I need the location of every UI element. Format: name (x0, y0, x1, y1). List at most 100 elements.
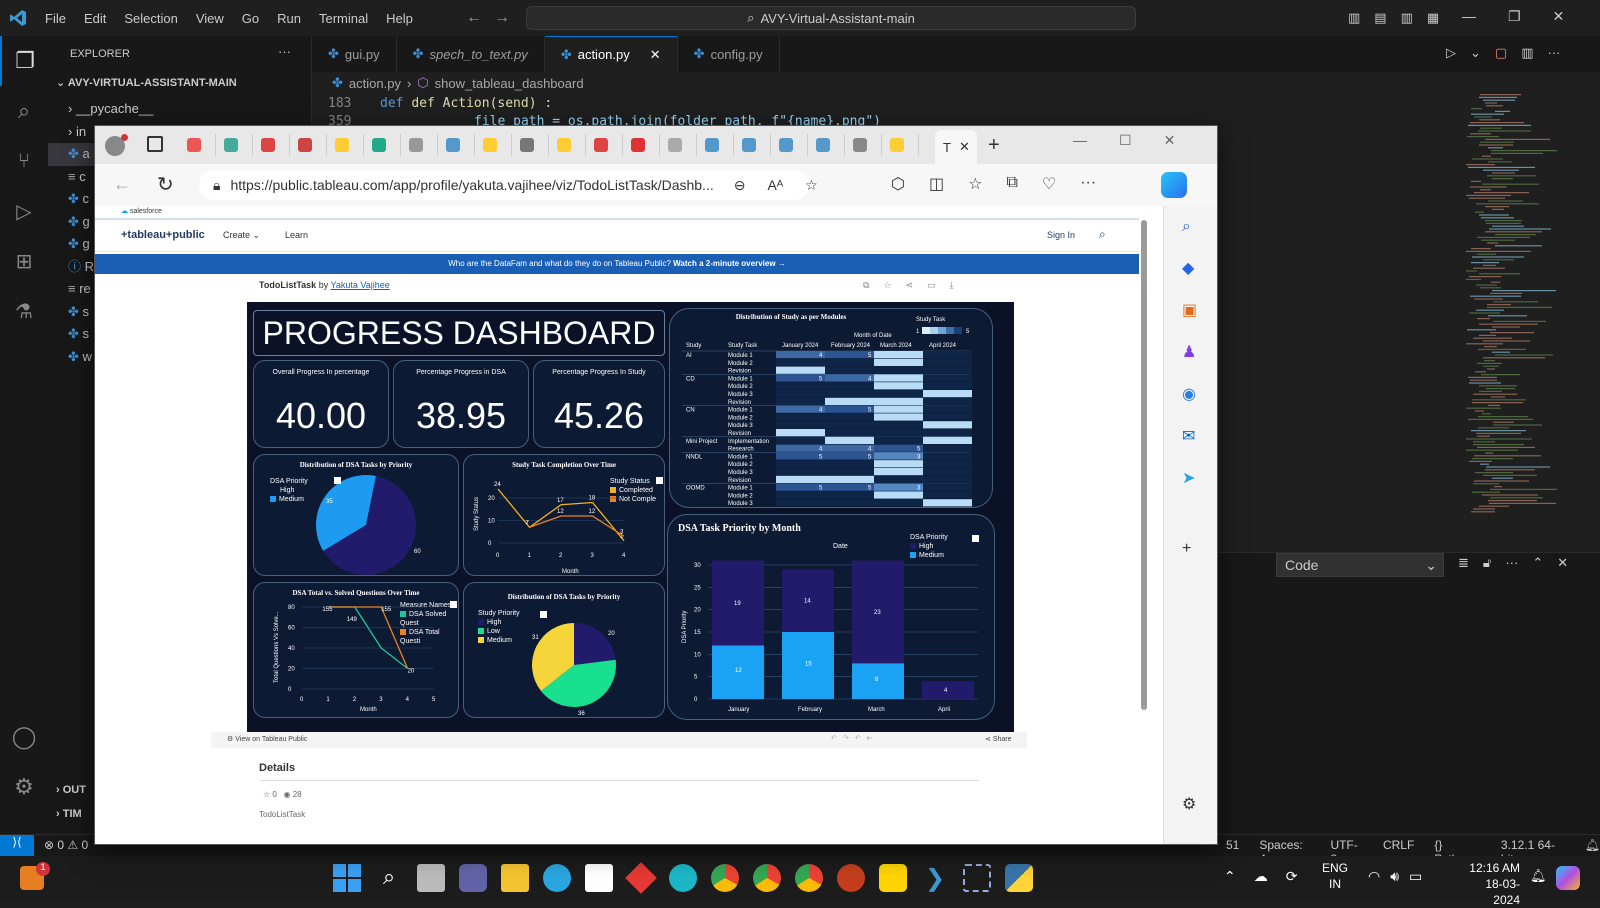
copy-icon[interactable]: ⧉ (863, 280, 869, 291)
nav-learn[interactable]: Learn (285, 230, 308, 240)
menu-edit[interactable]: Edit (84, 11, 106, 26)
salesforce-logo[interactable]: ☁︎ salesforce (121, 207, 162, 215)
chrome-icon[interactable] (711, 864, 739, 892)
more-actions-icon[interactable]: ··· (1548, 45, 1561, 61)
language-indicator[interactable]: ENG IN (1322, 860, 1348, 892)
toggle-panel-icon[interactable]: ▤ (1374, 10, 1386, 26)
pinned-tab[interactable] (697, 134, 734, 156)
browser-essentials-icon[interactable]: ♡ (1042, 174, 1056, 194)
read-aloud-icon[interactable]: Aᴬ (767, 177, 783, 193)
pie-chart-study-priority[interactable]: Distribution of DSA Tasks by Priority St… (463, 582, 665, 718)
active-browser-tab[interactable]: T ✕ (935, 130, 977, 164)
close-tab-icon[interactable]: ✕ (650, 47, 661, 63)
command-center-search[interactable]: ⌕ AVY-Virtual-Assistant-main (526, 6, 1136, 30)
store-icon[interactable] (585, 864, 613, 892)
breadcrumb-file[interactable]: action.py (349, 76, 401, 91)
nav-forward-icon[interactable]: → (494, 9, 510, 27)
page-scrollbar[interactable] (1139, 206, 1149, 826)
chevron-up-icon[interactable]: ⌃ (1224, 868, 1236, 885)
extensions-icon[interactable]: ⬡ (891, 174, 905, 194)
back-icon[interactable]: ← (113, 174, 131, 195)
undo-redo-controls[interactable]: ↶↷↶⇤ (831, 734, 878, 742)
file-explorer-icon[interactable] (501, 864, 529, 892)
more-actions-icon[interactable]: ··· (278, 44, 291, 59)
more-actions-icon[interactable]: ··· (1505, 555, 1518, 571)
menu-help[interactable]: Help (386, 11, 413, 26)
source-control-activity[interactable]: ⑂ (0, 136, 48, 186)
clock[interactable]: 12:16 AM 18-03-2024 (1460, 860, 1520, 908)
app-red-icon[interactable] (625, 862, 657, 894)
tasks-icon[interactable] (879, 864, 907, 892)
tools-icon[interactable]: ▣ (1182, 300, 1197, 320)
line-chart-study-completion[interactable]: Study Task Completion Over Time Study St… (463, 454, 665, 576)
minimize-icon[interactable]: — (1073, 132, 1087, 149)
pinned-tab[interactable] (623, 134, 660, 156)
snipping-icon[interactable] (963, 864, 991, 892)
pinned-tab[interactable] (845, 134, 882, 156)
chevron-up-icon[interactable]: ⌃ (1532, 555, 1543, 571)
pinned-tab[interactable] (549, 134, 586, 156)
tab-config[interactable]: ✤ config.py (678, 36, 780, 72)
extensions-activity[interactable]: ⊞ (0, 236, 48, 286)
refresh-icon[interactable]: ↻ (157, 172, 174, 197)
office-icon[interactable]: ◉ (1182, 384, 1197, 404)
pinned-tab[interactable] (771, 134, 808, 156)
toggle-sidebar-icon[interactable]: ▥ (1348, 10, 1360, 26)
teams-icon[interactable] (459, 864, 487, 892)
menu-run[interactable]: Run (277, 11, 301, 26)
pinned-tab[interactable] (734, 134, 771, 156)
line-chart-dsa-questions[interactable]: DSA Total vs. Solved Questions Over Time… (253, 582, 459, 718)
heatmap-study-modules[interactable]: Distribution of Study as per Modules Stu… (669, 308, 993, 508)
minimize-icon[interactable]: — (1462, 8, 1476, 25)
pinned-tab[interactable] (216, 134, 253, 156)
timeline-section[interactable]: › TIM (56, 808, 82, 820)
search-icon[interactable]: ⌕ (375, 864, 403, 892)
zoom-icon[interactable]: ⊖ (734, 177, 746, 194)
maximize-icon[interactable]: ☐ (1119, 132, 1132, 149)
minimap[interactable] (1460, 94, 1600, 534)
pinned-tab[interactable] (660, 134, 697, 156)
sidebar-settings-icon[interactable]: ⚙ (1182, 794, 1196, 814)
vscode-icon[interactable]: ❯ (921, 864, 949, 892)
menu-file[interactable]: File (45, 11, 66, 26)
pinned-tab[interactable] (882, 134, 919, 156)
edge-icon[interactable] (669, 864, 697, 892)
menu-view[interactable]: View (196, 11, 224, 26)
share-icon[interactable]: ⋖ (906, 280, 914, 291)
run-debug-activity[interactable]: ▷ (0, 186, 48, 236)
comment-icon[interactable]: ▭ (927, 280, 936, 291)
chevron-down-icon[interactable]: ⌄ (1470, 45, 1481, 61)
sync-icon[interactable]: ⟳ (1286, 868, 1298, 885)
games-icon[interactable]: ♟ (1182, 342, 1197, 362)
author-link[interactable]: Yakuta Vajihee (331, 280, 390, 290)
pinned-tab[interactable] (808, 134, 845, 156)
copilot-icon[interactable] (1556, 866, 1580, 890)
pinned-tab[interactable] (364, 134, 401, 156)
tab-actions-icon[interactable] (147, 136, 163, 152)
download-icon[interactable]: ⤓ (950, 280, 954, 291)
close-window-icon[interactable]: ✕ (1553, 8, 1565, 25)
project-folder[interactable]: ⌄ AVY-VIRTUAL-ASSISTANT-MAIN (56, 76, 237, 89)
manage-activity[interactable]: ⚙ (0, 762, 48, 812)
tableau-public-logo[interactable]: +tableau+public (121, 229, 205, 241)
search-activity[interactable]: ⌕ (0, 86, 48, 136)
menu-selection[interactable]: Selection (124, 11, 177, 26)
shopping-tag-icon[interactable]: ◆ (1182, 258, 1197, 278)
pinned-tab[interactable] (401, 134, 438, 156)
close-panel-icon[interactable]: ✕ (1557, 555, 1568, 571)
outlook-icon[interactable]: ✉ (1182, 426, 1197, 446)
collections-icon[interactable]: ⧉ (1006, 174, 1017, 194)
sign-in-link[interactable]: Sign In (1047, 230, 1075, 240)
outline-section[interactable]: › OUT (56, 784, 86, 796)
wifi-icon[interactable]: ◠ (1368, 868, 1380, 885)
testing-activity[interactable]: ⚗ (0, 286, 48, 336)
cloud-icon[interactable]: ☁︎ (1254, 868, 1268, 885)
url-field[interactable]: 🔒︎ https://public.tableau.com/app/profil… (199, 170, 818, 200)
search-icon[interactable]: ⌕ (1099, 227, 1106, 242)
problems-indicator[interactable]: ⊗ 0 ⚠ 0 (44, 838, 88, 852)
bell-icon[interactable]: 🔔︎ (1530, 868, 1547, 884)
pinned-tab[interactable] (290, 134, 327, 156)
pinned-tab[interactable] (586, 134, 623, 156)
stop-icon[interactable]: ▢ (1495, 45, 1507, 61)
favorite-icon[interactable]: ☆ (883, 280, 891, 291)
